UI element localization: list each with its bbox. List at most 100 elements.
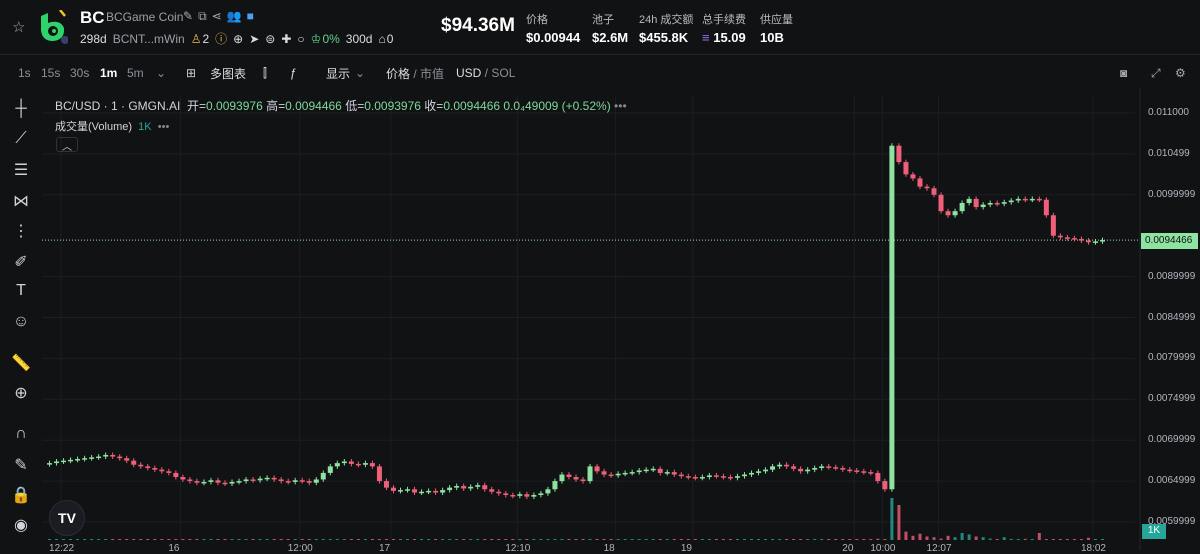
collapse-legend-button[interactable]: ︿	[56, 137, 78, 153]
ohlc-legend: BC/USD · 1 · GMGN.AI 开=0.0093976 高=0.009…	[55, 99, 627, 113]
candle	[447, 487, 453, 491]
volume-bar	[434, 539, 438, 540]
volume-bar	[785, 539, 789, 540]
more-icon[interactable]: •••	[614, 99, 627, 113]
y-tick-label: 0.011000	[1148, 107, 1189, 118]
candle	[840, 468, 846, 470]
volume-bar	[869, 539, 873, 540]
candle	[180, 477, 186, 480]
volume-bar	[855, 539, 859, 540]
x-tick-label: 17	[378, 543, 391, 554]
y-tick-label: 0.0084999	[1148, 311, 1196, 323]
candle	[124, 458, 130, 461]
candle	[194, 481, 200, 483]
volume-bar	[1009, 538, 1013, 540]
candle	[152, 468, 158, 470]
candle	[980, 204, 986, 208]
candle	[531, 495, 537, 497]
more-icon[interactable]: •••	[158, 121, 170, 133]
volume-bar	[286, 539, 290, 540]
candle	[383, 481, 389, 488]
volume-bar	[967, 534, 971, 540]
volume-bar	[735, 539, 739, 540]
candle	[440, 490, 446, 493]
volume-bar	[321, 539, 325, 540]
candle	[924, 186, 930, 189]
volume-bar	[574, 539, 578, 540]
candle	[503, 493, 509, 496]
y-tick-label: 0.010499	[1148, 147, 1190, 159]
volume-bar	[651, 539, 655, 540]
candle	[398, 490, 403, 492]
candle	[861, 471, 867, 473]
volume-bar	[960, 533, 964, 540]
volume-bar	[1044, 539, 1048, 540]
volume-bar	[532, 539, 536, 540]
candle	[264, 477, 270, 480]
candle	[1036, 198, 1042, 201]
volume-bar	[862, 539, 866, 540]
candle	[678, 474, 684, 477]
candle	[75, 459, 81, 461]
candle	[1092, 241, 1098, 243]
x-tick-label: 16	[168, 543, 180, 554]
volume-bar	[988, 538, 992, 540]
x-tick-label: 19	[680, 543, 692, 554]
volume-bar	[665, 539, 669, 540]
volume-bar	[111, 539, 115, 540]
volume-bar	[946, 535, 950, 540]
volume-bar	[546, 539, 550, 540]
volume-bar	[48, 539, 51, 540]
candle	[131, 460, 137, 465]
volume-bar	[406, 539, 410, 540]
volume-bar	[490, 539, 494, 540]
candle	[973, 198, 979, 208]
candle	[819, 466, 825, 469]
volume-bar	[139, 539, 143, 540]
x-tick-label: 12:22	[49, 543, 75, 554]
volume-bar	[469, 539, 473, 540]
candle	[959, 202, 965, 212]
candle	[882, 481, 888, 490]
x-tick-label: 18:02	[1080, 543, 1106, 554]
candle	[896, 145, 902, 163]
volume-bar	[69, 539, 73, 540]
candle	[938, 194, 944, 212]
candle	[390, 487, 396, 491]
volume-bar	[918, 533, 922, 540]
volume-bar	[258, 539, 262, 540]
candle	[685, 476, 691, 478]
volume-bar	[1023, 538, 1027, 540]
volume-bar	[995, 539, 999, 540]
candle	[405, 489, 411, 491]
price-chart[interactable]	[0, 0, 1200, 550]
volume-bar	[848, 539, 852, 540]
volume-bar	[602, 539, 606, 540]
candle	[510, 495, 516, 497]
volume-bar	[413, 539, 417, 540]
candle	[166, 471, 172, 473]
candle	[917, 178, 923, 187]
volume-bar	[1086, 537, 1090, 540]
volume-bar	[883, 539, 887, 540]
volume-bar	[1058, 539, 1062, 540]
candle	[355, 463, 361, 466]
volume-bar	[778, 539, 782, 540]
candle	[945, 211, 951, 216]
volume-bar	[1079, 539, 1083, 540]
candle	[1008, 200, 1014, 203]
volume-bar	[539, 539, 543, 540]
candle	[847, 469, 853, 472]
candle	[47, 463, 52, 465]
volume-bar	[799, 539, 803, 540]
volume-bar	[1030, 539, 1034, 540]
volume-bar	[679, 539, 683, 540]
candle	[341, 461, 347, 464]
candle	[664, 472, 670, 474]
volume-bar	[441, 539, 445, 540]
volume-bar	[792, 539, 796, 540]
candle	[650, 468, 656, 471]
volume-bar	[384, 539, 388, 540]
volume-bar	[420, 539, 424, 540]
tradingview-logo[interactable]: TV	[49, 500, 85, 536]
